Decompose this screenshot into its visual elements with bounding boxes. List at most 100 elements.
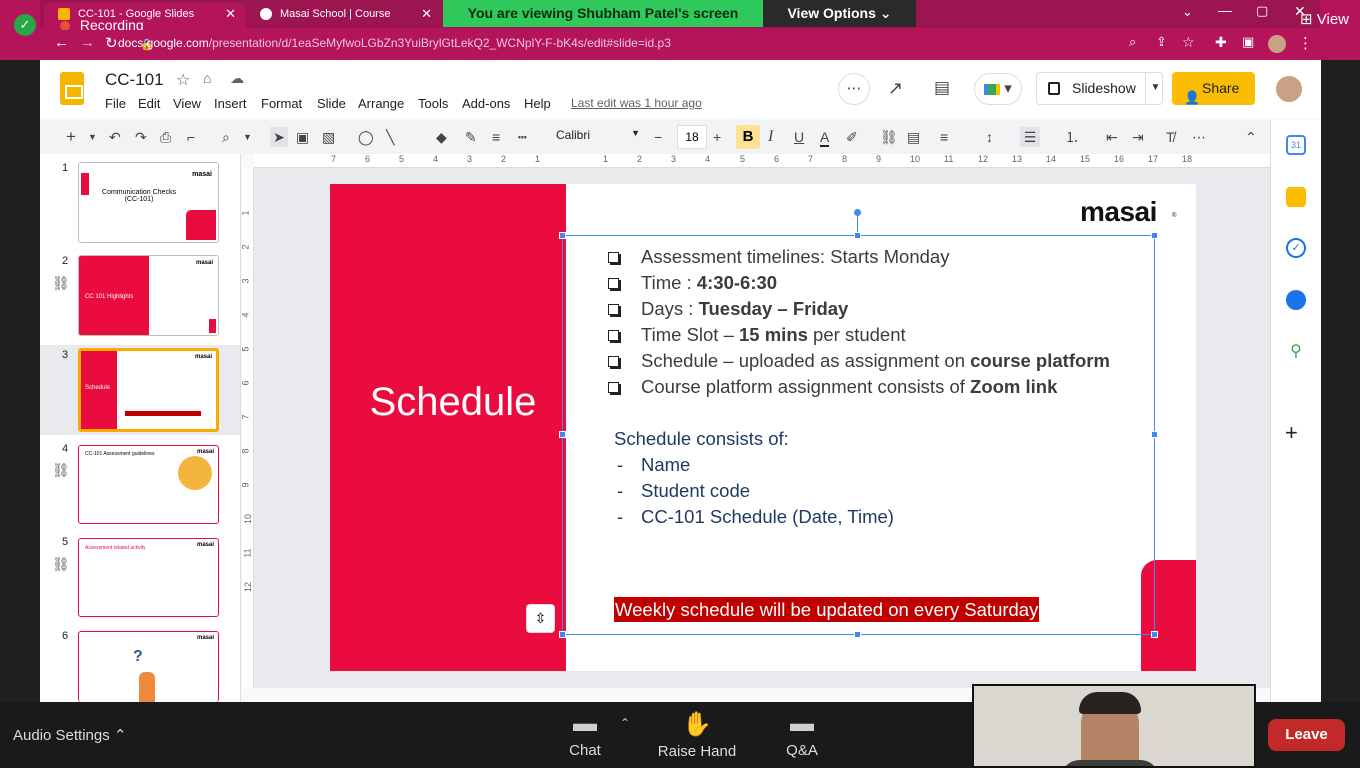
tab-search-icon[interactable]: ⌄	[1182, 4, 1193, 20]
close-icon[interactable]: ✕	[421, 3, 432, 25]
line-spacing-icon[interactable]: ↕	[986, 127, 993, 147]
resize-handle[interactable]	[559, 232, 566, 239]
calendar-icon[interactable]: 31	[1286, 135, 1306, 155]
participant-video[interactable]	[972, 684, 1256, 768]
zoom-icon[interactable]: ⌕	[222, 127, 230, 147]
raise-hand-button[interactable]: ✋ Raise Hand	[655, 710, 739, 760]
border-color-icon[interactable]: ✎	[465, 127, 477, 147]
italic-icon[interactable]: I	[768, 127, 773, 147]
comments-icon[interactable]: ▤	[934, 78, 950, 98]
slideshow-dropdown[interactable]: ▼	[1145, 72, 1165, 105]
bold-icon[interactable]: B	[736, 125, 760, 149]
view-options-button[interactable]: View Options ⌄	[763, 0, 916, 27]
slide-thumbnail-2[interactable]: CC 101 Highlights masai	[78, 255, 219, 336]
highlight-icon[interactable]: ✐	[846, 127, 858, 147]
leave-button[interactable]: Leave	[1268, 719, 1345, 751]
numbered-list-icon[interactable]: ⒈	[1065, 127, 1079, 147]
increase-indent-icon[interactable]: ⇥	[1132, 127, 1144, 147]
new-slide-icon[interactable]: +	[66, 127, 76, 147]
rotate-handle[interactable]	[854, 209, 861, 216]
add-addon-icon[interactable]: +	[1285, 420, 1298, 446]
fill-color-icon[interactable]: ◆	[436, 127, 447, 147]
redo-icon[interactable]: ↷	[135, 127, 147, 147]
font-size-input[interactable]: 18	[677, 125, 707, 149]
side-panel-icon[interactable]: ▣	[1242, 34, 1254, 50]
meet-icon[interactable]: ▾	[974, 73, 1022, 105]
resize-handle[interactable]	[1151, 431, 1158, 438]
zoom-lens-icon[interactable]: ⌕	[1129, 34, 1136, 50]
paint-format-icon[interactable]: ⌐	[187, 127, 195, 147]
slideshow-button[interactable]: Slideshow	[1036, 72, 1163, 105]
resize-handle[interactable]	[1151, 232, 1158, 239]
tab-masai-course[interactable]: Masai School | Course ✕	[246, 3, 442, 28]
text-box-icon[interactable]: ▣	[296, 127, 309, 147]
select-cursor-icon[interactable]: ➤	[270, 127, 288, 147]
menu-addons[interactable]: Add-ons	[462, 96, 510, 111]
resize-handle[interactable]	[559, 431, 566, 438]
undo-icon[interactable]: ↶	[109, 127, 121, 147]
qa-button[interactable]: ▬ Q&A	[782, 710, 822, 759]
meeting-notes-icon[interactable]: ⋯	[838, 73, 870, 105]
menu-tools[interactable]: Tools	[418, 96, 448, 111]
align-icon[interactable]: ≡	[940, 127, 948, 147]
menu-insert[interactable]: Insert	[214, 96, 247, 111]
resize-handle[interactable]	[559, 631, 566, 638]
resize-handle[interactable]	[1151, 631, 1158, 638]
audio-settings-button[interactable]: Audio Settings ⌃	[13, 726, 126, 744]
menu-arrange[interactable]: Arrange	[358, 96, 404, 111]
add-comment-icon[interactable]: ▤	[907, 127, 920, 147]
contacts-icon[interactable]	[1286, 290, 1306, 310]
slide-thumbnail-1[interactable]: masai Communication Checks (CC-101)	[78, 162, 219, 243]
text-color-icon[interactable]: A	[820, 127, 830, 147]
slide-thumbnail-6[interactable]: ? masai	[78, 631, 219, 702]
underline-icon[interactable]: U	[794, 127, 804, 147]
slide-thumbnail-3[interactable]: Schedule masai	[78, 348, 219, 432]
move-folder-icon[interactable]: ⌂	[203, 70, 211, 86]
minimize-icon[interactable]: —	[1218, 2, 1232, 18]
bulleted-list-icon[interactable]: ☰	[1020, 127, 1040, 147]
extensions-icon[interactable]: ✚	[1215, 34, 1227, 51]
menu-format[interactable]: Format	[261, 96, 302, 111]
chat-button[interactable]: ▬ Chat	[562, 710, 608, 759]
chevron-down-icon[interactable]: ▼	[243, 127, 252, 147]
resize-handle[interactable]	[854, 232, 861, 239]
cloud-status-icon[interactable]: ☁	[230, 70, 244, 87]
menu-edit[interactable]: Edit	[138, 96, 160, 111]
back-icon[interactable]: ←	[54, 34, 69, 51]
menu-slide[interactable]: Slide	[317, 96, 346, 111]
activity-trend-icon[interactable]: ↗	[888, 78, 903, 99]
keep-icon[interactable]	[1286, 187, 1306, 207]
url-field[interactable]: docs.google.com/presentation/d/1eaSeMyfw…	[118, 36, 671, 50]
font-family-select[interactable]: Calibri ▼	[556, 128, 640, 142]
clear-formatting-icon[interactable]: T̸	[1166, 127, 1175, 147]
document-title[interactable]: CC-101	[105, 70, 164, 90]
insert-link-icon[interactable]: ⛓	[880, 127, 898, 147]
share-button[interactable]: 👤 Share	[1172, 72, 1255, 105]
resize-handle[interactable]	[854, 631, 861, 638]
bookmark-star-icon[interactable]: ☆	[1182, 34, 1195, 51]
zoom-view-button[interactable]: ⊞ View	[1300, 10, 1349, 28]
slide-thumbnail-4[interactable]: CC-101 Assessment guidelines masai	[78, 445, 219, 524]
star-icon[interactable]: ☆	[176, 70, 190, 90]
menu-file[interactable]: File	[105, 96, 126, 111]
chevron-down-icon[interactable]: ▼	[88, 127, 97, 147]
reload-icon[interactable]: ↻	[105, 34, 118, 52]
menu-view[interactable]: View	[173, 96, 201, 111]
close-icon[interactable]: ✕	[225, 3, 236, 25]
share-page-icon[interactable]: ⇪	[1156, 34, 1167, 50]
kebab-menu-icon[interactable]: ⋮	[1298, 34, 1313, 52]
maximize-icon[interactable]: ▢	[1256, 3, 1268, 19]
decrease-font-icon[interactable]: −	[654, 127, 662, 147]
menu-help[interactable]: Help	[524, 96, 551, 111]
slide-thumbnail-5[interactable]: Assessment related activity masai	[78, 538, 219, 617]
maps-icon[interactable]: ⚲	[1286, 341, 1306, 361]
print-icon[interactable]: ⎙	[160, 127, 171, 147]
more-options-icon[interactable]: ⋯	[1192, 127, 1206, 147]
image-icon[interactable]: ▧	[322, 127, 335, 147]
border-weight-icon[interactable]: ≡	[492, 127, 500, 147]
border-dash-icon[interactable]: ┅	[518, 127, 526, 147]
increase-font-icon[interactable]: +	[713, 127, 721, 147]
account-avatar[interactable]	[1274, 74, 1304, 104]
collapse-toolbar-icon[interactable]: ⌃	[1245, 127, 1257, 147]
last-edit-link[interactable]: Last edit was 1 hour ago	[571, 96, 702, 110]
